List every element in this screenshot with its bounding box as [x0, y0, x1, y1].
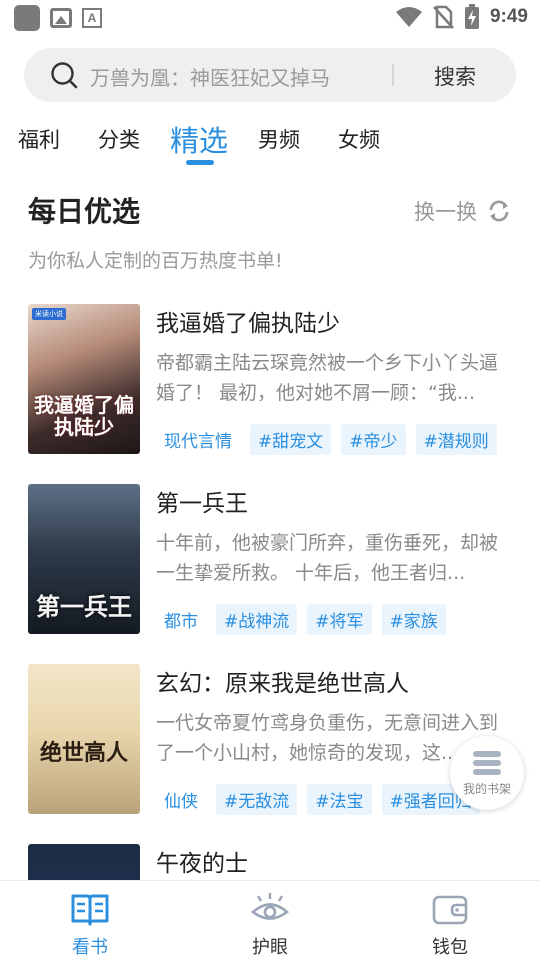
active-tab-indicator: [186, 160, 214, 165]
book-title[interactable]: 我逼婚了偏执陆少: [156, 304, 340, 338]
book-tags: 现代言情 #甜宠文 #帝少 #潜规则: [156, 424, 497, 455]
status-bar: A 9:49: [0, 0, 540, 36]
nav-wallet-label: 钱包: [432, 937, 468, 958]
book-cover[interactable]: 米读小说 我逼婚了偏执陆少: [28, 304, 140, 454]
book-tag[interactable]: #无敌流: [216, 784, 298, 815]
bookshelf-button[interactable]: 我的书架: [450, 736, 524, 810]
search-button[interactable]: 搜索: [434, 61, 476, 91]
tab-categories[interactable]: 分类: [98, 124, 140, 154]
cover-title: 第一兵王: [36, 592, 132, 621]
tab-welfare[interactable]: 福利: [18, 124, 60, 154]
book-title[interactable]: 午夜的士: [156, 844, 248, 878]
refresh-icon: [489, 200, 509, 222]
book-description: 一代女帝夏竹鸢身负重伤，无意间进入到了一个小山村，她惊奇的发现，这...: [156, 712, 499, 764]
book-tags: 仙侠 #无敌流 #法宝 #强者回归: [156, 784, 480, 815]
wallet-icon: [432, 895, 468, 925]
category-tabs: 福利 分类 精选 男频 女频: [0, 118, 540, 168]
battery-icon: [464, 4, 479, 29]
status-time: 9:49: [489, 6, 528, 27]
book-category[interactable]: 仙侠: [156, 784, 206, 815]
nav-read[interactable]: 看书: [40, 891, 140, 959]
book-category[interactable]: 现代言情: [156, 424, 240, 455]
cover-badge: 米读小说: [32, 308, 66, 320]
status-left-icons: A: [14, 5, 102, 31]
refresh-label: 换一换: [414, 200, 477, 224]
book-cover[interactable]: [28, 844, 140, 880]
book-description: 帝都霸主陆云琛竟然被一个乡下小丫头逼婚了！ 最初，他对她不屑一顾：“我...: [156, 352, 499, 404]
book-category[interactable]: 都市: [156, 604, 206, 635]
section-title: 每日优选: [28, 195, 141, 228]
status-right-icons: 9:49: [395, 4, 528, 30]
book-cover[interactable]: 绝世高人: [28, 664, 140, 814]
image-icon: [50, 8, 72, 28]
search-icon: [51, 62, 78, 89]
book-tag[interactable]: #帝少: [341, 424, 406, 455]
search-bar[interactable]: 万兽为凰：神医狂妃又掉马 搜索: [24, 48, 516, 102]
book-tag[interactable]: #将军: [307, 604, 372, 635]
tab-female[interactable]: 女频: [338, 124, 380, 154]
nav-wallet[interactable]: 钱包: [400, 891, 500, 959]
book-item[interactable]: 第一兵王 第一兵王 十年前，他被豪门所弃，重伤垂死，却被一生挚爱所救。 十年后，…: [28, 484, 518, 636]
book-tags: 都市 #战神流 #将军 #家族: [156, 604, 446, 635]
book-item[interactable]: 米读小说 我逼婚了偏执陆少 我逼婚了偏执陆少 帝都霸主陆云琛竟然被一个乡下小丫头…: [28, 304, 518, 456]
tab-featured[interactable]: 精选: [170, 118, 228, 160]
nav-eye-care[interactable]: 护眼: [220, 891, 320, 959]
eye-icon: [250, 893, 290, 920]
book-title[interactable]: 玄幻：原来我是绝世高人: [156, 664, 409, 698]
book-tag[interactable]: #战神流: [216, 604, 298, 635]
open-book-icon: [71, 894, 109, 926]
book-description: 十年前，他被豪门所弃，重伤垂死，却被一生挚爱所救。 十年后，他王者归...: [156, 532, 499, 584]
wifi-icon: [395, 7, 422, 27]
tab-male[interactable]: 男频: [258, 124, 300, 154]
no-sim-icon: [433, 5, 454, 29]
nav-read-label: 看书: [72, 937, 108, 958]
refresh-button[interactable]: 换一换: [414, 196, 511, 226]
book-tag[interactable]: #潜规则: [415, 424, 497, 455]
search-divider: [392, 64, 394, 86]
book-cover[interactable]: 第一兵王: [28, 484, 140, 634]
cover-title: 绝世高人: [39, 740, 128, 766]
book-tag[interactable]: #家族: [381, 604, 446, 635]
section-subtitle: 为你私人定制的百万热度书单!: [28, 250, 283, 272]
cover-title: 我逼婚了偏执陆少: [34, 393, 134, 439]
book-title[interactable]: 第一兵王: [156, 484, 248, 518]
book-tag[interactable]: #法宝: [307, 784, 372, 815]
book-item[interactable]: 午夜的士: [28, 844, 518, 880]
bookshelf-label: 我的书架: [462, 782, 511, 796]
book-item[interactable]: 绝世高人 玄幻：原来我是绝世高人 一代女帝夏竹鸢身负重伤，无意间进入到了一个小山…: [28, 664, 518, 816]
bookshelf-icon: [473, 751, 501, 775]
book-tag[interactable]: #甜宠文: [250, 424, 332, 455]
text-icon: A: [82, 8, 102, 28]
nav-eye-care-label: 护眼: [252, 937, 288, 958]
bottom-nav: 看书 护眼 钱包: [0, 880, 540, 960]
app-icon: [14, 5, 40, 31]
search-input[interactable]: 万兽为凰：神医狂妃又掉马: [90, 62, 380, 88]
